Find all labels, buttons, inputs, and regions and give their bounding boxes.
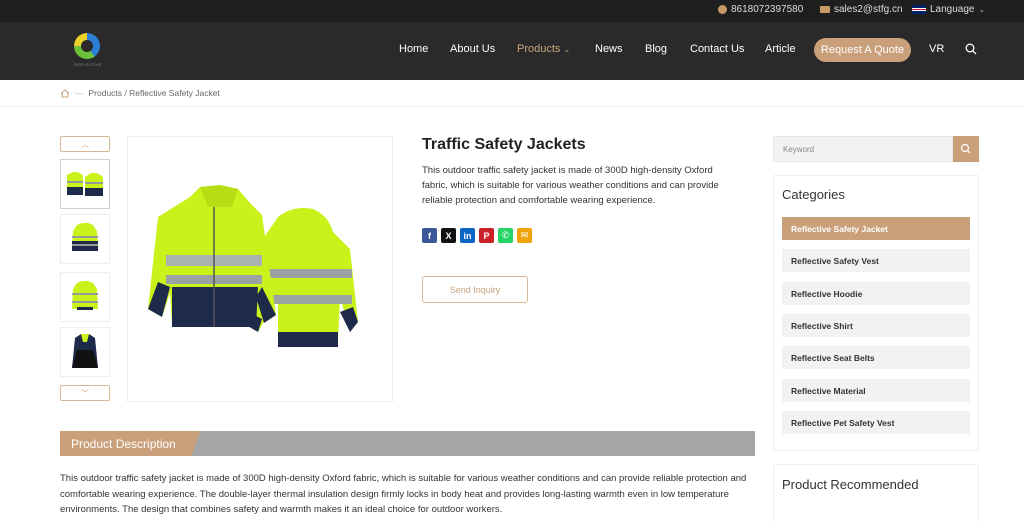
keyword-search-button[interactable]	[953, 136, 979, 162]
nav-products[interactable]: Products ⌄	[517, 43, 570, 55]
phone-contact[interactable]: 8618072397580	[718, 4, 803, 15]
breadcrumb-separator: —	[75, 88, 84, 98]
nav-blog[interactable]: Blog	[645, 43, 667, 55]
category-reflective-material[interactable]: Reflective Material	[782, 379, 970, 402]
thumb-scroll-down-button[interactable]: ﹀	[60, 385, 110, 401]
company-logo[interactable]: REFLECTIVE	[72, 31, 104, 71]
email-contact[interactable]: sales2@stfg.cn	[820, 4, 903, 15]
thumbnail-4[interactable]	[60, 327, 110, 377]
logo-mark-text: REFLECTIVE	[74, 62, 102, 67]
mail-icon	[820, 6, 830, 13]
recommended-panel	[773, 464, 979, 522]
category-reflective-safety-jacket[interactable]: Reflective Safety Jacket	[782, 217, 970, 240]
nav-about-us[interactable]: About Us	[450, 43, 495, 55]
breadcrumb: — Products / Reflective Safety Jacket	[60, 88, 220, 98]
category-reflective-hoodie[interactable]: Reflective Hoodie	[782, 282, 970, 305]
x-icon[interactable]: X	[441, 228, 456, 243]
nav-news[interactable]: News	[595, 43, 623, 55]
thumbnail-1[interactable]	[60, 159, 110, 209]
chevron-down-icon: ﹀	[81, 388, 89, 398]
send-inquiry-button[interactable]: Send Inquiry	[422, 276, 528, 303]
linkedin-icon[interactable]: in	[460, 228, 475, 243]
thumbnail-2[interactable]	[60, 214, 110, 264]
category-reflective-safety-vest[interactable]: Reflective Safety Vest	[782, 249, 970, 272]
language-label: Language	[930, 4, 975, 15]
email-address: sales2@stfg.cn	[834, 4, 903, 15]
top-utility-bar: 8618072397580 sales2@stfg.cn Language ⌄	[0, 0, 1024, 22]
search-icon[interactable]	[965, 43, 977, 55]
pinterest-icon[interactable]: P	[479, 228, 494, 243]
uk-flag-icon	[912, 5, 926, 14]
category-reflective-pet-safety-vest[interactable]: Reflective Pet Safety Vest	[782, 411, 970, 434]
search-icon	[960, 143, 971, 154]
nav-article[interactable]: Article	[765, 43, 796, 55]
chevron-up-icon: ︿	[81, 139, 89, 149]
phone-icon	[718, 5, 727, 14]
nav-vr[interactable]: VR	[929, 43, 944, 55]
facebook-icon[interactable]: f	[422, 228, 437, 243]
product-title: Traffic Safety Jackets	[422, 136, 586, 153]
share-icons: f X in P ✆ ✉	[422, 228, 532, 243]
nav-home[interactable]: Home	[399, 43, 428, 55]
home-icon[interactable]	[60, 88, 70, 98]
thumb-scroll-up-button[interactable]: ︿	[60, 136, 110, 152]
main-navbar: REFLECTIVE Home About Us Products ⌄ News…	[0, 22, 1024, 80]
product-summary: This outdoor traffic safety jacket is ma…	[422, 165, 719, 206]
keyword-search-input[interactable]: Keyword	[773, 136, 953, 162]
divider	[0, 106, 1024, 107]
product-main-image[interactable]	[127, 136, 393, 402]
category-reflective-seat-belts[interactable]: Reflective Seat Belts	[782, 346, 970, 369]
chevron-down-icon: ⌄	[563, 45, 571, 54]
request-quote-button[interactable]: Request A Quote	[814, 38, 911, 62]
product-description-tab[interactable]: Product Description	[60, 431, 200, 456]
recommended-title: Product Recommended	[782, 477, 919, 492]
whatsapp-icon[interactable]: ✆	[498, 228, 513, 243]
breadcrumb-path[interactable]: Products / Reflective Safety Jacket	[89, 88, 220, 98]
language-selector[interactable]: Language ⌄	[912, 4, 985, 15]
phone-number: 8618072397580	[731, 4, 804, 15]
product-description-text: This outdoor traffic safety jacket is ma…	[60, 473, 747, 515]
chevron-down-icon: ⌄	[978, 5, 986, 14]
categories-title: Categories	[782, 187, 845, 202]
thumbnail-3[interactable]	[60, 272, 110, 322]
category-reflective-shirt[interactable]: Reflective Shirt	[782, 314, 970, 337]
nav-contact-us[interactable]: Contact Us	[690, 43, 744, 55]
email-icon[interactable]: ✉	[517, 228, 532, 243]
jacket-illustration	[148, 185, 358, 347]
